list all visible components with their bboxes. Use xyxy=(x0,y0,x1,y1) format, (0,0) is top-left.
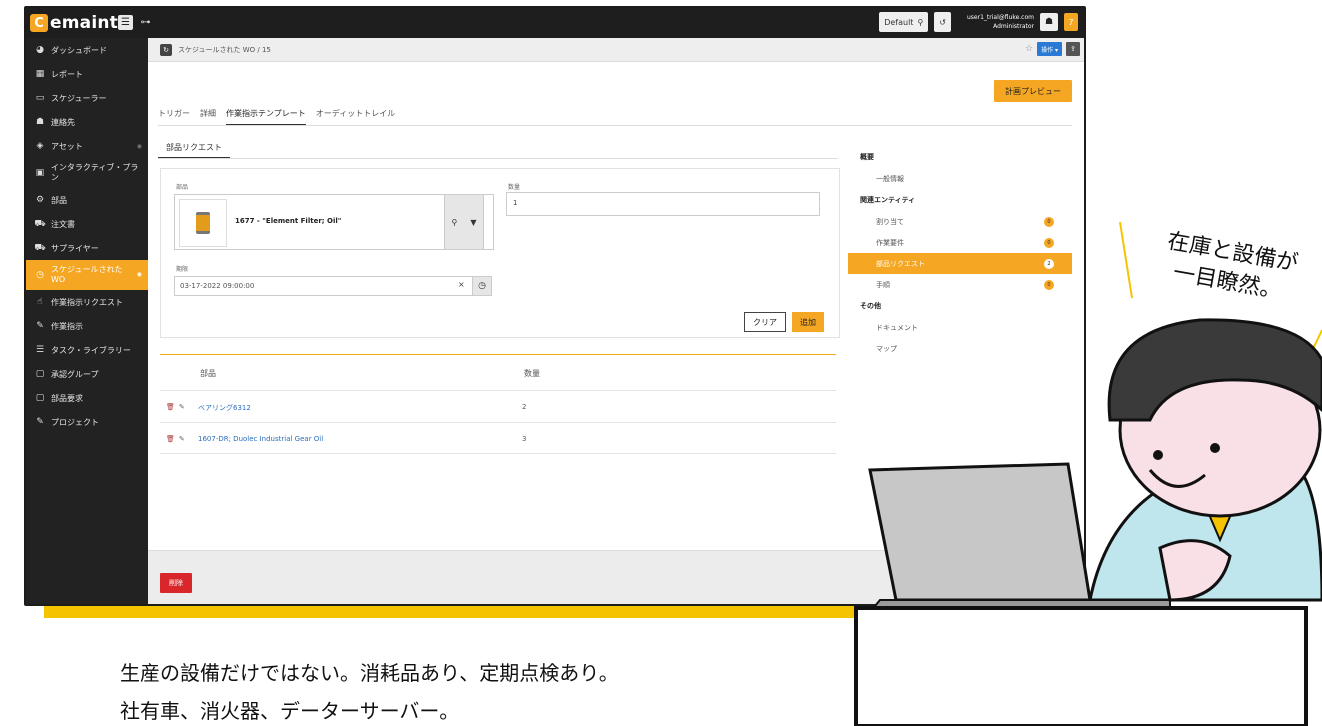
eye-left xyxy=(1153,450,1163,460)
laptop-screen xyxy=(868,462,1092,602)
eye-right xyxy=(1210,443,1220,453)
caption-line-2: 社有車、消火器、データーサーバー。 xyxy=(120,699,460,723)
illustration xyxy=(854,221,1322,726)
promo-stage: C emaint ☰ ⊶ Default ⚲ ↺ user1_trial@flu… xyxy=(0,0,1322,726)
accent-line-left xyxy=(1119,221,1133,299)
caption-line-1: 生産の設備だけではない。消耗品あり、定期点検あり。 xyxy=(120,661,619,685)
caption: 生産の設備だけではない。消耗品あり、定期点検あり。 社有車、消火器、データーサー… xyxy=(120,654,619,726)
desk xyxy=(854,606,1308,726)
